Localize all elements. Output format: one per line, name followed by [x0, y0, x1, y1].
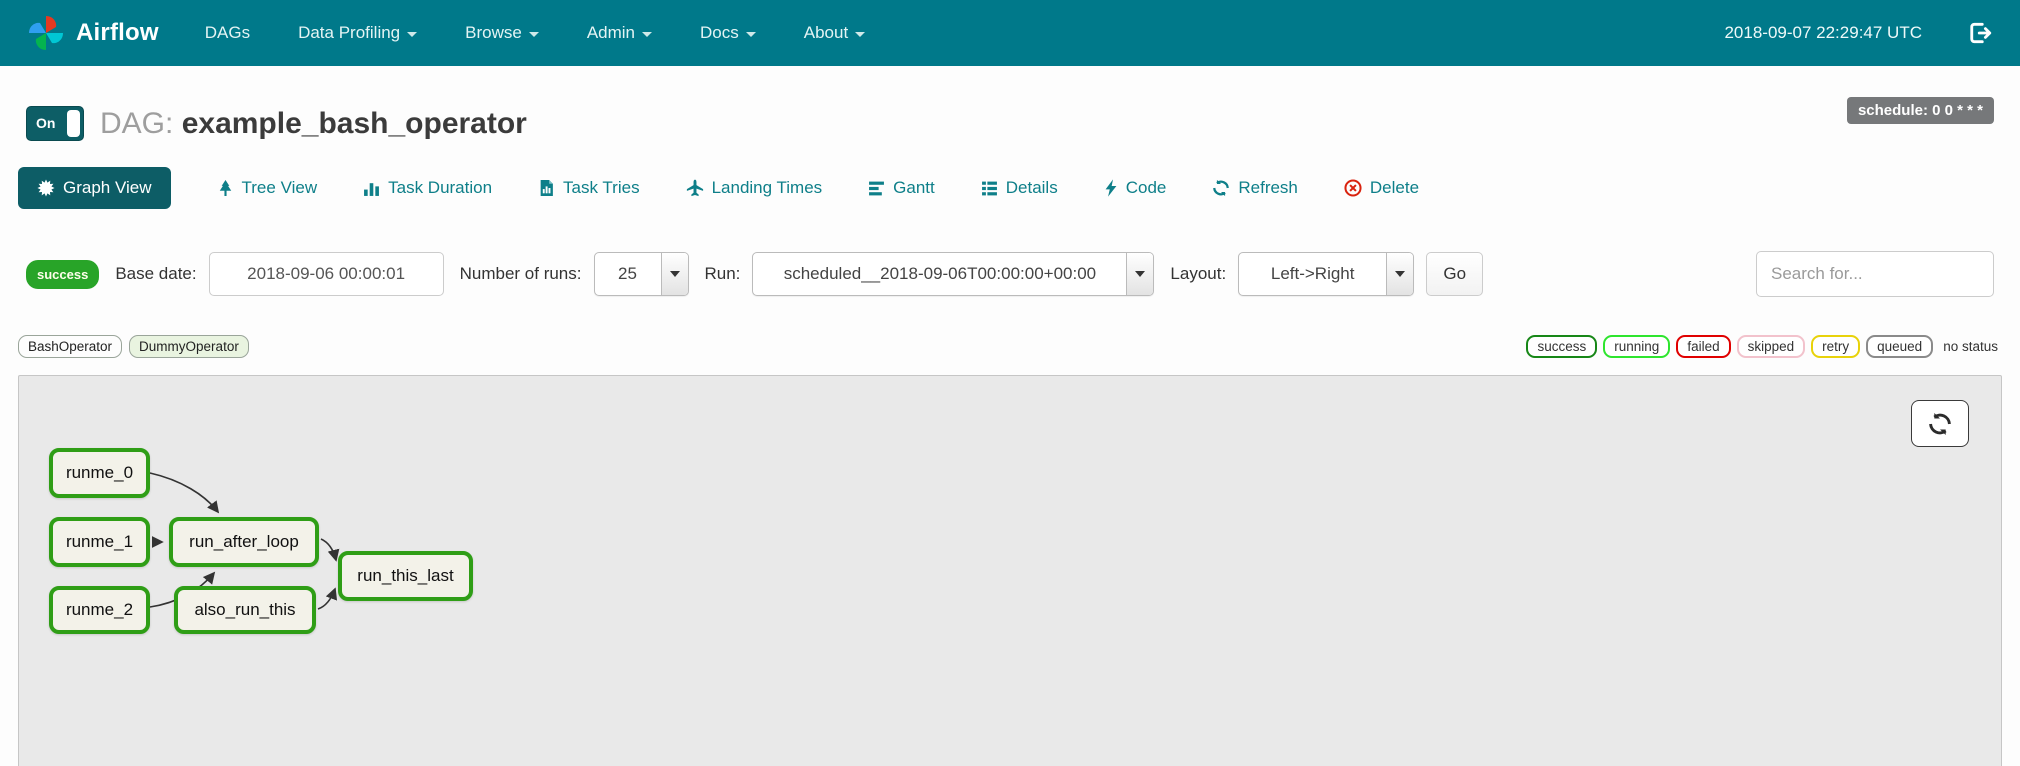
- legend-state-running: running: [1603, 335, 1671, 358]
- legend-state-retry: retry: [1811, 335, 1861, 358]
- task-node-runme-0[interactable]: runme_0: [49, 448, 150, 498]
- menu-data-profiling[interactable]: Data Profiling: [298, 23, 418, 43]
- menu-dags[interactable]: DAGs: [205, 23, 250, 43]
- dag-status-badge: success: [26, 259, 100, 289]
- select-caret-icon: [1126, 253, 1154, 295]
- tab-graph-view[interactable]: Graph View: [18, 167, 171, 209]
- legend-dummy-operator: DummyOperator: [129, 335, 249, 358]
- toggle-knob: [67, 110, 80, 137]
- menu-browse[interactable]: Browse: [465, 23, 539, 43]
- dag-name: example_bash_operator: [181, 106, 527, 140]
- tab-landing-times[interactable]: Landing Times: [686, 178, 822, 198]
- run-filter-bar: success Base date: Number of runs: 25 Ru…: [26, 251, 1994, 297]
- times-circle-icon: [1344, 179, 1362, 197]
- caret-down-icon: [528, 31, 539, 37]
- toggle-on-label: On: [36, 115, 56, 131]
- brand-name: Airflow: [76, 19, 159, 46]
- tree-icon: [219, 180, 231, 196]
- legend-bash-operator: BashOperator: [18, 335, 123, 358]
- tab-gantt[interactable]: Gantt: [868, 178, 935, 198]
- tab-code[interactable]: Code: [1104, 178, 1166, 198]
- search-input[interactable]: [1756, 251, 1994, 297]
- tab-tree-view[interactable]: Tree View: [217, 178, 317, 198]
- dag-header: On DAG: example_bash_operator schedule: …: [26, 97, 1994, 141]
- legend-state-no-status: no status: [1943, 339, 1998, 354]
- menu-admin[interactable]: Admin: [587, 23, 653, 43]
- run-label: Run:: [704, 264, 741, 283]
- page-title: DAG: example_bash_operator: [100, 107, 527, 141]
- certificate-icon: [37, 179, 55, 197]
- legend-state-failed: failed: [1676, 335, 1731, 358]
- tab-task-tries[interactable]: Task Tries: [538, 178, 640, 198]
- file-chart-icon: [540, 180, 553, 196]
- base-date-label: Base date:: [115, 264, 197, 283]
- tab-refresh[interactable]: Refresh: [1212, 178, 1298, 198]
- tab-delete[interactable]: Delete: [1344, 178, 1419, 198]
- num-runs-select[interactable]: 25: [593, 252, 689, 296]
- task-node-run-this-last[interactable]: run_this_last: [338, 551, 473, 601]
- view-tabs: Graph View Tree View Task Duration Task …: [18, 167, 1994, 209]
- bolt-icon: [1105, 179, 1117, 197]
- tab-details[interactable]: Details: [981, 178, 1058, 198]
- bar-chart-icon: [364, 182, 380, 196]
- dag-pause-toggle[interactable]: On: [26, 106, 84, 141]
- airflow-graph-view-page: Airflow DAGs Data Profiling Browse Admin…: [0, 0, 2020, 766]
- plane-icon: [686, 179, 703, 197]
- legend-bar: BashOperator DummyOperator success runni…: [18, 335, 2002, 358]
- base-date-input[interactable]: [208, 252, 444, 296]
- utc-clock: 2018-09-07 22:29:47 UTC: [1724, 23, 1922, 42]
- dag-graph-canvas[interactable]: runme_0 runme_1 runme_2 run_after_loop a…: [18, 375, 2002, 766]
- task-node-runme-2[interactable]: runme_2: [49, 586, 150, 634]
- align-left-icon: [869, 181, 885, 195]
- select-caret-icon: [1386, 253, 1414, 295]
- layout-label: Layout:: [1170, 264, 1227, 283]
- go-button[interactable]: Go: [1426, 252, 1484, 296]
- legend-state-skipped: skipped: [1736, 335, 1806, 358]
- caret-down-icon: [642, 31, 653, 37]
- legend-state-queued: queued: [1866, 335, 1934, 358]
- layout-select[interactable]: Left->Right: [1238, 252, 1415, 296]
- dag-prefix: DAG:: [100, 106, 174, 140]
- menu-about[interactable]: About: [804, 23, 866, 43]
- select-caret-icon: [660, 253, 688, 295]
- airflow-brand[interactable]: Airflow: [26, 13, 159, 53]
- task-node-runme-1[interactable]: runme_1: [49, 517, 150, 567]
- menu-docs[interactable]: Docs: [700, 23, 756, 43]
- refresh-icon: [1929, 412, 1951, 435]
- list-icon: [981, 181, 997, 195]
- logout-icon[interactable]: [1968, 21, 1992, 45]
- tab-task-duration[interactable]: Task Duration: [363, 178, 492, 198]
- task-node-run-after-loop[interactable]: run_after_loop: [169, 517, 319, 567]
- graph-refresh-button[interactable]: [1911, 400, 1969, 447]
- refresh-icon: [1213, 179, 1230, 197]
- task-node-also-run-this[interactable]: also_run_this: [174, 586, 316, 634]
- dag-edges: [149, 472, 340, 610]
- main-menu: DAGs Data Profiling Browse Admin Docs Ab…: [205, 23, 866, 43]
- state-legend: success running failed skipped retry que…: [1526, 335, 2002, 358]
- top-navbar: Airflow DAGs Data Profiling Browse Admin…: [0, 0, 2020, 66]
- num-runs-label: Number of runs:: [459, 264, 582, 283]
- run-select[interactable]: scheduled__2018-09-06T00:00:00+00:00: [752, 252, 1155, 296]
- legend-state-success: success: [1526, 335, 1598, 358]
- airflow-pinwheel-logo: [29, 16, 63, 50]
- caret-down-icon: [745, 31, 756, 37]
- schedule-badge: schedule: 0 0 * * *: [1846, 97, 1994, 124]
- caret-down-icon: [407, 31, 418, 37]
- caret-down-icon: [855, 31, 866, 37]
